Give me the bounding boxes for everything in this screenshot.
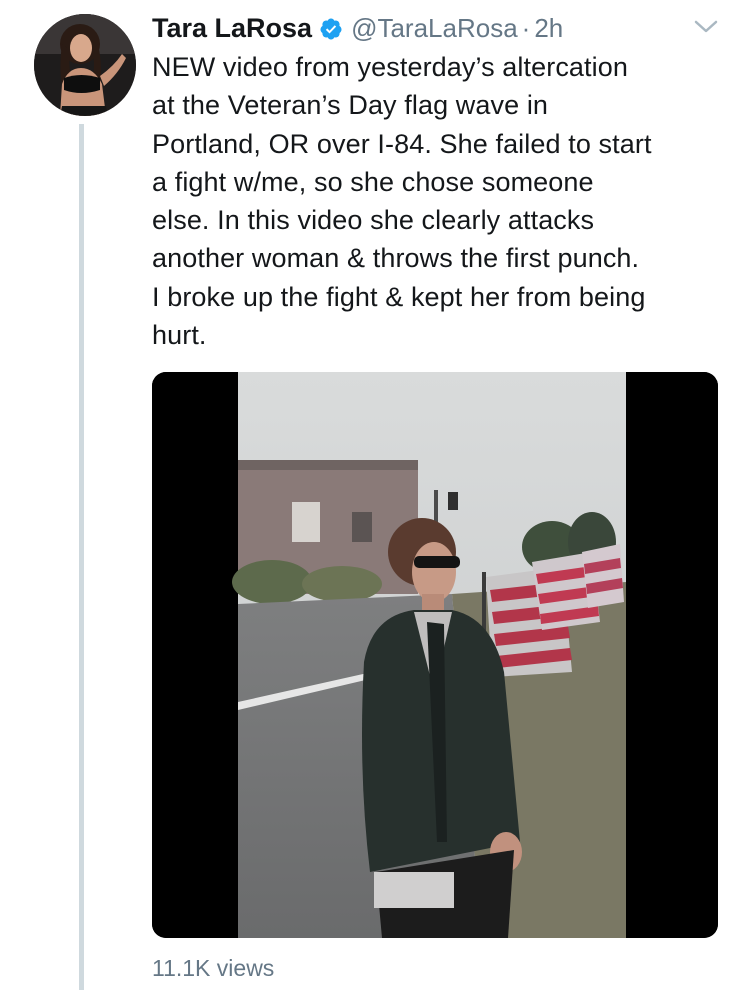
avatar-image (34, 14, 136, 116)
tweet-text: NEW video from yesterday’s altercation a… (152, 52, 652, 351)
thread-line (79, 124, 84, 990)
chevron-down-icon[interactable] (693, 18, 719, 36)
video-thumbnail (152, 372, 718, 938)
author-handle[interactable]: @TaraLaRosa (351, 13, 518, 44)
avatar[interactable] (34, 14, 136, 116)
view-count: 11.1K views (152, 955, 275, 981)
tweet-header: Tara LaRosa @TaraLaRosa · 2h (152, 8, 563, 48)
tweet[interactable]: Tara LaRosa @TaraLaRosa · 2h NEW video f… (0, 0, 749, 990)
timestamp[interactable]: 2h (534, 13, 563, 44)
verified-badge-icon (320, 18, 342, 40)
author-name[interactable]: Tara LaRosa (152, 13, 312, 44)
video-player[interactable] (152, 372, 718, 938)
separator-dot: · (521, 12, 531, 43)
